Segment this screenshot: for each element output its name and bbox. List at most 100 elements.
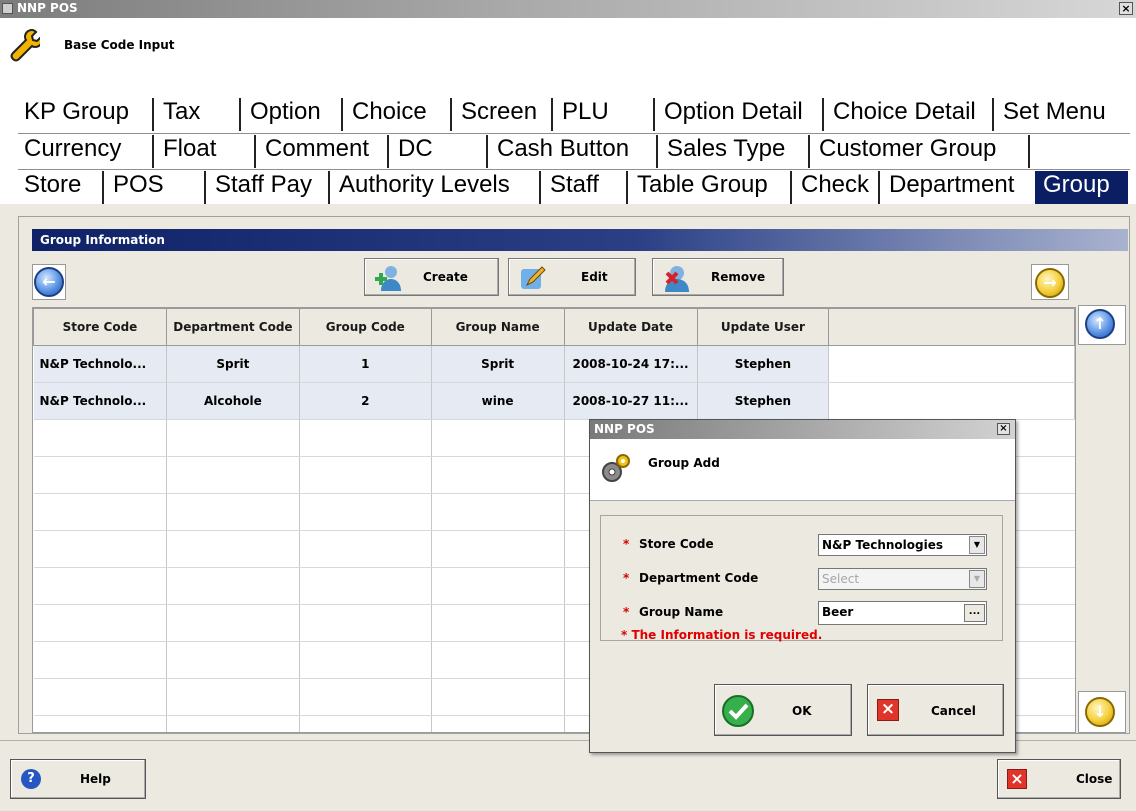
tab-currency[interactable]: Currency — [18, 135, 152, 168]
help-label: Help — [80, 772, 111, 786]
tab-cash-button[interactable]: Cash Button — [486, 135, 656, 168]
tab-department[interactable]: Department — [878, 171, 1035, 204]
group-add-dialog: NNP POS × Group Add * Store Code N&P Tec… — [589, 419, 1016, 753]
arrow-down-icon[interactable]: ↓ — [1085, 697, 1115, 727]
tab-staff-pay[interactable]: Staff Pay — [204, 171, 328, 204]
gear-icon — [602, 454, 630, 482]
department-code-label: Department Code — [639, 571, 759, 585]
check-icon — [722, 695, 754, 727]
window-title: NNP POS — [17, 1, 78, 15]
tab-group[interactable]: Group — [1035, 171, 1128, 204]
table-row[interactable]: N&P Technolo... Sprit 1 Sprit 2008-10-24… — [33, 345, 1075, 383]
cell-department-code: Alcohole — [166, 382, 300, 420]
tab-pos[interactable]: POS — [102, 171, 204, 204]
tab-choice-detail[interactable]: Choice Detail — [822, 98, 992, 131]
col-group-name[interactable]: Group Name — [430, 308, 565, 346]
required-star: * — [623, 605, 630, 619]
tab-option-detail[interactable]: Option Detail — [653, 98, 822, 131]
tab-float[interactable]: Float — [152, 135, 254, 168]
table-header-row: Store Code Department Code Group Code Gr… — [33, 308, 1075, 346]
cell-update-date: 2008-10-24 17:... — [564, 345, 698, 383]
store-code-label: Store Code — [639, 537, 714, 551]
col-update-user[interactable]: Update User — [696, 308, 830, 346]
store-code-value: N&P Technologies — [822, 538, 943, 552]
cancel-icon: × — [877, 699, 899, 721]
tab-choice[interactable]: Choice — [341, 98, 450, 131]
required-star: * — [623, 537, 630, 551]
tab-option[interactable]: Option — [239, 98, 341, 131]
tab-dc[interactable]: DC — [387, 135, 486, 168]
remove-user-icon — [665, 266, 689, 292]
dialog-header: Group Add — [590, 439, 1015, 501]
browse-button[interactable]: ... — [964, 604, 985, 622]
cell-update-user: Stephen — [697, 382, 830, 420]
tab-sales-type[interactable]: Sales Type — [656, 135, 808, 168]
chevron-down-icon[interactable]: ▼ — [969, 570, 985, 588]
dialog-heading: Group Add — [648, 456, 720, 470]
edit-button[interactable]: Edit — [508, 258, 636, 296]
cell-department-code: Sprit — [166, 345, 300, 383]
tab-comment[interactable]: Comment — [254, 135, 387, 168]
tab-table-group[interactable]: Table Group — [626, 171, 790, 204]
tab-check[interactable]: Check — [790, 171, 878, 204]
col-filler — [828, 308, 1075, 346]
tab-row-1: KP Group Tax Option Choice Screen PLU Op… — [18, 98, 1130, 131]
add-user-icon — [375, 266, 401, 291]
tab-bar: KP Group Tax Option Choice Screen PLU Op… — [0, 92, 1136, 204]
arrow-right-icon[interactable]: → — [1035, 268, 1065, 298]
tab-screen[interactable]: Screen — [450, 98, 551, 131]
department-code-select[interactable]: Select ▼ — [818, 568, 987, 590]
store-code-select[interactable]: N&P Technologies ▼ — [818, 534, 987, 556]
ok-button[interactable]: OK — [714, 684, 852, 736]
close-icon: × — [1007, 769, 1027, 789]
group-name-input[interactable]: Beer ... — [818, 601, 987, 625]
col-store-code[interactable]: Store Code — [33, 308, 167, 346]
col-department-code[interactable]: Department Code — [165, 308, 300, 346]
cell-store-code: N&P Technolo... — [33, 382, 167, 420]
tab-empty — [1028, 135, 1128, 168]
remove-button[interactable]: Remove — [652, 258, 784, 296]
cell-group-code: 1 — [299, 345, 432, 383]
help-button[interactable]: ? Help — [10, 759, 146, 799]
vertical-scroll[interactable]: ↑ ↓ — [1078, 305, 1128, 733]
required-star: * — [623, 571, 630, 585]
tab-store[interactable]: Store — [18, 171, 102, 204]
dialog-title-bar: NNP POS — [590, 420, 1015, 439]
tab-row-3: Store POS Staff Pay Authority Levels Sta… — [18, 171, 1130, 204]
title-bar: NNP POS × — [0, 0, 1136, 18]
remove-label: Remove — [711, 270, 766, 284]
tab-kp-group[interactable]: KP Group — [18, 98, 152, 131]
window-close-button[interactable]: × — [1119, 2, 1133, 15]
dialog-close-button[interactable]: × — [997, 423, 1010, 435]
tab-plu[interactable]: PLU — [551, 98, 653, 131]
close-label: Close — [1076, 772, 1113, 786]
cancel-button[interactable]: × Cancel — [867, 684, 1004, 736]
wrench-icon — [10, 28, 40, 62]
dialog-form: * Store Code N&P Technologies ▼ * Depart… — [600, 515, 1003, 641]
tab-authority-levels[interactable]: Authority Levels — [328, 171, 539, 204]
group-name-label: Group Name — [639, 605, 724, 619]
col-group-code[interactable]: Group Code — [298, 308, 432, 346]
arrow-up-icon[interactable]: ↑ — [1085, 309, 1115, 339]
col-update-date[interactable]: Update Date — [563, 308, 698, 346]
section-header: Group Information — [32, 229, 1128, 251]
tab-row-2: Currency Float Comment DC Cash Button Sa… — [18, 135, 1130, 168]
page-header: Base Code Input — [0, 18, 1136, 92]
table-row[interactable]: N&P Technolo... Alcohole 2 wine 2008-10-… — [33, 382, 1075, 420]
cell-group-name: Sprit — [431, 345, 565, 383]
tab-staff[interactable]: Staff — [539, 171, 626, 204]
arrow-left-icon[interactable]: ← — [34, 267, 64, 297]
app-icon — [2, 3, 13, 14]
create-button[interactable]: Create — [364, 258, 499, 296]
cell-group-code: 2 — [299, 382, 432, 420]
tab-customer-group[interactable]: Customer Group — [808, 135, 1028, 168]
edit-icon — [521, 266, 546, 289]
cell-update-date: 2008-10-27 11:... — [564, 382, 698, 420]
help-icon: ? — [21, 769, 41, 789]
tab-tax[interactable]: Tax — [152, 98, 239, 131]
edit-label: Edit — [581, 270, 608, 284]
chevron-down-icon[interactable]: ▼ — [969, 536, 985, 554]
close-button[interactable]: × Close — [997, 759, 1121, 799]
department-code-value: Select — [822, 572, 860, 586]
tab-set-menu[interactable]: Set Menu — [992, 98, 1128, 131]
